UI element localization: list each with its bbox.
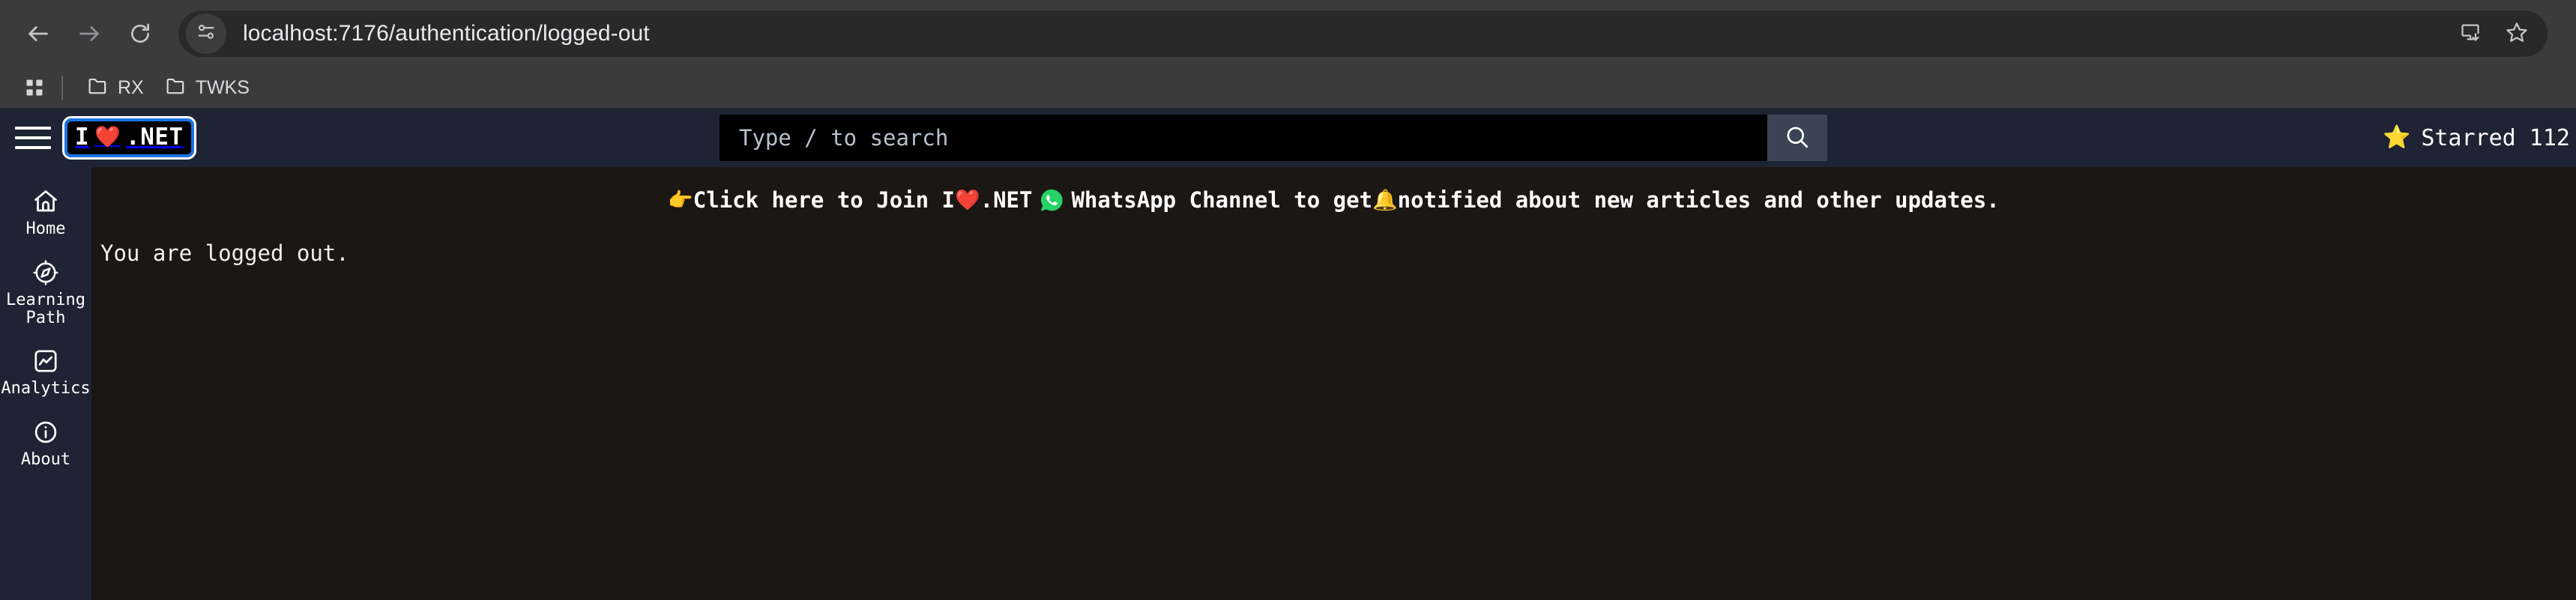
brand-logo[interactable]: I ❤️ .NET bbox=[62, 116, 196, 160]
bookmark-folder-twks[interactable]: TWKS bbox=[154, 70, 260, 105]
sidebar-item-learning-path[interactable]: Learning Path bbox=[0, 249, 91, 338]
star-icon: ⭐ bbox=[2382, 125, 2411, 150]
banner-text-part-4: notified about new articles and other up… bbox=[1397, 187, 2000, 213]
compass-icon bbox=[32, 258, 59, 288]
chart-icon bbox=[32, 346, 59, 376]
sidebar-item-about[interactable]: About bbox=[0, 408, 91, 479]
bookmarks-divider bbox=[61, 76, 63, 100]
bookmark-label: TWKS bbox=[195, 76, 250, 98]
sidebar-item-label: About bbox=[20, 450, 71, 469]
bell-icon: 🔔 bbox=[1372, 188, 1398, 212]
search-icon bbox=[1784, 124, 1811, 153]
whatsapp-channel-link[interactable]: 👉 Click here to Join I ❤️ .NET WhatsApp … bbox=[668, 187, 2000, 213]
address-bar-actions bbox=[2449, 12, 2539, 55]
search-submit-button[interactable] bbox=[1767, 115, 1827, 161]
address-bar[interactable]: localhost:7176/authentication/logged-out bbox=[178, 10, 2548, 57]
brand-suffix: .NET bbox=[126, 124, 184, 151]
application: I ❤️ .NET ⭐ Starred 112 bbox=[0, 109, 2576, 600]
install-app-icon bbox=[2460, 22, 2481, 46]
url-text[interactable]: localhost:7176/authentication/logged-out bbox=[243, 21, 2449, 46]
reload-button[interactable] bbox=[117, 10, 163, 57]
search-input[interactable] bbox=[720, 115, 1767, 161]
install-app-button[interactable] bbox=[2449, 12, 2492, 55]
home-icon bbox=[32, 187, 59, 216]
sidebar-item-label: Learning Path bbox=[6, 290, 85, 327]
back-arrow-icon bbox=[25, 21, 51, 46]
app-header: I ❤️ .NET ⭐ Starred 112 bbox=[0, 109, 2576, 167]
sidebar-item-label: Analytics bbox=[1, 379, 91, 399]
hamburger-menu-icon[interactable] bbox=[12, 117, 54, 159]
folder-icon bbox=[87, 75, 109, 100]
bookmark-folder-rx[interactable]: RX bbox=[76, 70, 154, 105]
main-content: 👉 Click here to Join I ❤️ .NET WhatsApp … bbox=[91, 167, 2576, 600]
site-settings-icon bbox=[196, 22, 217, 46]
site-info-button[interactable] bbox=[186, 13, 226, 54]
brand-prefix: I bbox=[75, 124, 90, 151]
heart-icon: ❤️ bbox=[955, 188, 980, 212]
bookmarks-bar: RX TWKS bbox=[0, 67, 2576, 109]
heart-icon: ❤️ bbox=[94, 125, 121, 148]
browser-toolbar: localhost:7176/authentication/logged-out bbox=[0, 0, 2576, 67]
sidebar: Home Learning Path Analytics About bbox=[0, 167, 91, 600]
sidebar-item-home[interactable]: Home bbox=[0, 178, 91, 249]
bookmark-button[interactable] bbox=[2495, 12, 2539, 55]
search-bar bbox=[720, 115, 1827, 161]
app-body: Home Learning Path Analytics About 👉 Cli… bbox=[0, 167, 2576, 600]
forward-button[interactable] bbox=[66, 10, 112, 57]
reload-icon bbox=[128, 22, 152, 46]
banner-text-part-2: .NET bbox=[980, 187, 1033, 213]
browser-chrome: localhost:7176/authentication/logged-out bbox=[0, 0, 2576, 109]
banner-text-part-1: Click here to Join I bbox=[693, 187, 955, 213]
bookmark-label: RX bbox=[118, 76, 144, 98]
pointing-hand-icon: 👉 bbox=[668, 188, 693, 212]
starred-indicator[interactable]: ⭐ Starred 112 bbox=[2383, 125, 2570, 151]
forward-arrow-icon bbox=[76, 21, 102, 46]
banner-text-part-3: WhatsApp Channel to get bbox=[1071, 187, 1373, 213]
announcement-banner: 👉 Click here to Join I ❤️ .NET WhatsApp … bbox=[91, 167, 2576, 233]
whatsapp-icon bbox=[1039, 187, 1064, 213]
apps-grid-icon[interactable] bbox=[18, 71, 51, 104]
info-circle-icon bbox=[32, 417, 59, 447]
sidebar-item-analytics[interactable]: Analytics bbox=[0, 337, 91, 408]
starred-count-label: Starred 112 bbox=[2421, 124, 2570, 151]
back-button[interactable] bbox=[15, 10, 61, 57]
sidebar-item-label: Home bbox=[25, 219, 66, 238]
page-message: You are logged out. bbox=[100, 240, 349, 266]
bookmark-star-icon bbox=[2506, 21, 2528, 47]
folder-icon bbox=[165, 75, 187, 100]
